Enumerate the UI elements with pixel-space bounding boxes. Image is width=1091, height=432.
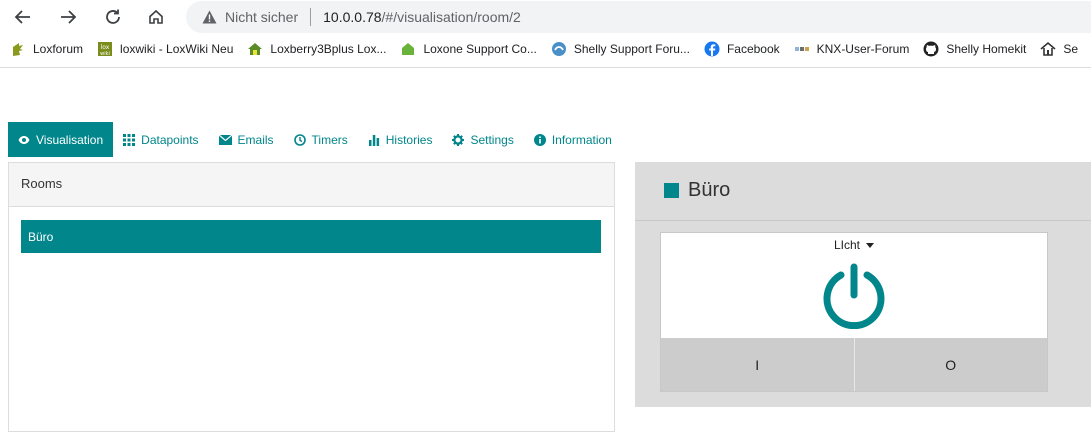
envelope-icon bbox=[218, 134, 232, 145]
switch-button-row: I O bbox=[661, 338, 1047, 391]
tab-label: Histories bbox=[385, 132, 433, 147]
bookmark-se[interactable]: Se bbox=[1040, 41, 1078, 57]
tab-information[interactable]: Information bbox=[524, 122, 622, 157]
tab-label: Visualisation bbox=[36, 132, 104, 147]
rooms-panel: Rooms Büro bbox=[8, 162, 615, 432]
room-item-buero[interactable]: Büro bbox=[21, 220, 601, 253]
bookmark-label: KNX-User-Forum bbox=[816, 42, 910, 56]
address-bar[interactable]: Nicht sicher 10.0.0.78/#/visualisation/r… bbox=[186, 1, 1091, 33]
tab-histories[interactable]: Histories bbox=[358, 122, 443, 157]
reload-icon bbox=[106, 9, 120, 24]
bookmark-facebook[interactable]: Facebook bbox=[704, 41, 780, 57]
room-view-panel: Büro LIcht I O bbox=[635, 162, 1091, 407]
home-icon bbox=[1040, 41, 1056, 57]
svg-text:lox: lox bbox=[101, 44, 110, 51]
rooms-heading: Rooms bbox=[9, 163, 614, 207]
gear-icon bbox=[452, 133, 465, 146]
tab-label: Emails bbox=[237, 132, 274, 147]
tab-settings[interactable]: Settings bbox=[442, 122, 523, 157]
reload-button[interactable] bbox=[97, 2, 129, 32]
clock-icon bbox=[293, 133, 306, 146]
tab-datapoints[interactable]: Datapoints bbox=[113, 122, 208, 157]
back-button[interactable] bbox=[7, 2, 39, 32]
bookmark-knx-user-forum[interactable]: KNX-User-Forum bbox=[794, 41, 910, 57]
on-button[interactable]: I bbox=[661, 338, 854, 391]
bookmark-label: Se bbox=[1063, 42, 1079, 56]
loxone-icon bbox=[400, 41, 416, 57]
bookmark-loxwiki[interactable]: lox wiki loxwiki - LoxWiki Neu bbox=[97, 41, 233, 57]
arrow-left-icon bbox=[14, 10, 30, 24]
bookmark-loxforum[interactable]: Loxforum bbox=[10, 41, 83, 57]
bookmark-shelly-support[interactable]: Shelly Support Foru... bbox=[551, 41, 690, 57]
knx-icon bbox=[794, 41, 810, 57]
caret-down-icon bbox=[866, 243, 874, 249]
bookmark-label: Loxberry3Bplus Lox... bbox=[270, 42, 387, 56]
forward-button[interactable] bbox=[52, 2, 84, 32]
bookmark-label: Loxone Support Co... bbox=[423, 42, 537, 56]
url-path: /#/visualisation/room/2 bbox=[381, 9, 521, 25]
url-host: 10.0.0.78 bbox=[323, 9, 382, 25]
home-button[interactable] bbox=[140, 2, 172, 32]
off-button[interactable]: O bbox=[853, 338, 1047, 391]
browser-toolbar: Nicht sicher 10.0.0.78/#/visualisation/r… bbox=[0, 0, 1091, 68]
bookmark-loxone-support[interactable]: Loxone Support Co... bbox=[400, 41, 537, 57]
power-icon[interactable] bbox=[821, 263, 887, 329]
tab-label: Datapoints bbox=[141, 132, 199, 147]
bookmark-label: Shelly Support Foru... bbox=[573, 42, 690, 56]
tab-visualisation[interactable]: Visualisation bbox=[8, 122, 114, 157]
room-divider bbox=[635, 220, 1091, 221]
security-indicator[interactable]: Nicht sicher bbox=[202, 9, 298, 25]
room-title-text: Büro bbox=[688, 179, 731, 201]
widget-dropdown[interactable]: LIcht bbox=[661, 238, 1047, 252]
tab-timers[interactable]: Timers bbox=[284, 122, 358, 157]
bookmark-label: Loxforum bbox=[33, 42, 84, 56]
arrow-right-icon bbox=[61, 10, 77, 24]
tab-label: Settings bbox=[470, 132, 514, 147]
bookmark-label: Facebook bbox=[726, 42, 780, 56]
bookmark-label: loxwiki - LoxWiki Neu bbox=[120, 42, 234, 56]
loxwiki-icon: lox wiki bbox=[97, 41, 113, 57]
shelly-icon bbox=[551, 41, 567, 57]
bookmark-label: Shelly Homekit bbox=[946, 42, 1027, 56]
light-widget: LIcht I O bbox=[660, 232, 1048, 392]
bar-chart-icon bbox=[368, 134, 380, 146]
widget-label-text: LIcht bbox=[833, 238, 860, 252]
address-separator bbox=[310, 8, 312, 26]
bookmark-loxberry[interactable]: Loxberry3Bplus Lox... bbox=[247, 41, 386, 57]
room-title: Büro bbox=[664, 179, 730, 202]
loxforum-icon bbox=[10, 41, 26, 57]
bookmarks-bar: Loxforum lox wiki loxwiki - LoxWiki Neu L… bbox=[0, 36, 1091, 62]
grid-icon bbox=[123, 133, 136, 146]
warning-icon bbox=[202, 10, 217, 24]
facebook-icon bbox=[704, 41, 720, 57]
home-icon bbox=[149, 9, 163, 24]
tab-emails[interactable]: Emails bbox=[209, 122, 284, 157]
security-text: Nicht sicher bbox=[225, 9, 299, 25]
eye-icon bbox=[18, 134, 30, 146]
main-nav-tabs: Visualisation Datapoints Emails Timers H… bbox=[8, 122, 622, 157]
tab-label: Timers bbox=[311, 132, 348, 147]
info-icon bbox=[533, 133, 546, 146]
bookmark-shelly-homekit[interactable]: Shelly Homekit bbox=[923, 41, 1026, 57]
room-color-square bbox=[664, 183, 679, 198]
svg-text:wiki: wiki bbox=[100, 51, 110, 57]
tab-label: Information bbox=[551, 132, 612, 147]
house-icon bbox=[247, 41, 263, 57]
github-icon bbox=[923, 41, 939, 57]
